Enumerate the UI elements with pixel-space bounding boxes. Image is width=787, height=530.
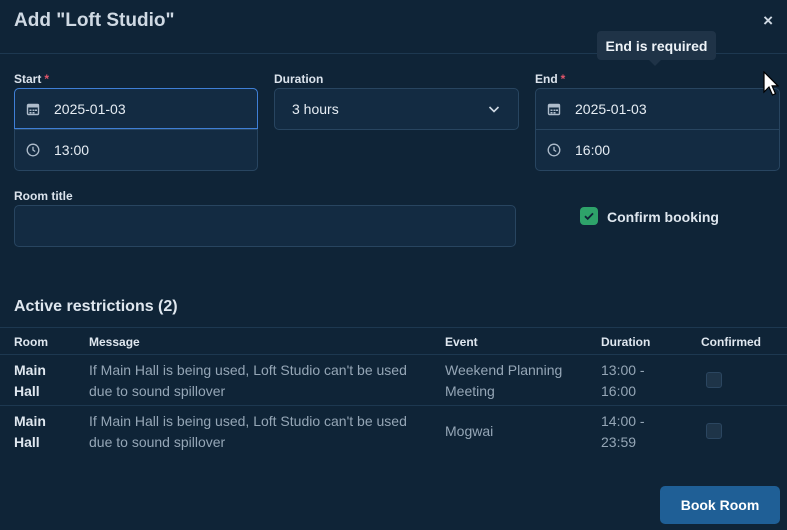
- row-message: If Main Hall is being used, Loft Studio …: [89, 362, 407, 399]
- table-row: Main Hall If Main Hall is being used, Lo…: [0, 406, 787, 457]
- column-header-message: Message: [89, 335, 140, 349]
- column-header-event: Event: [445, 335, 478, 349]
- room-title-input[interactable]: [14, 205, 516, 247]
- duration-label: Duration: [274, 72, 324, 86]
- row-event: Weekend Planning Meeting: [445, 362, 563, 399]
- end-required-tooltip: End is required: [597, 31, 716, 66]
- column-header-room: Room: [14, 335, 48, 349]
- row-room: Main Hall: [14, 413, 46, 450]
- add-booking-dialog: Add "Loft Studio" × Start * 2025-01-03 13…: [0, 0, 787, 530]
- required-marker: *: [44, 72, 50, 86]
- table-row: Main Hall If Main Hall is being used, Lo…: [0, 355, 787, 406]
- row-confirmed-checkbox[interactable]: [706, 423, 722, 439]
- end-datetime-field: 2025-01-03 16:00: [535, 88, 780, 171]
- start-date-input[interactable]: 2025-01-03: [15, 89, 257, 129]
- chevron-down-icon: [487, 102, 501, 119]
- row-duration: 13:00 - 16:00: [601, 362, 645, 399]
- room-title-label: Room title: [14, 189, 73, 203]
- confirm-booking-label[interactable]: Confirm booking: [607, 209, 719, 225]
- calendar-icon: [547, 102, 561, 116]
- mouse-cursor-icon: [763, 70, 780, 102]
- clock-icon: [26, 143, 40, 157]
- start-label-text: Start: [14, 72, 42, 86]
- start-date-value: 2025-01-03: [54, 101, 126, 117]
- checkmark-icon: [584, 212, 594, 221]
- start-datetime-field: 2025-01-03 13:00: [14, 88, 258, 171]
- row-message: If Main Hall is being used, Loft Studio …: [89, 413, 407, 450]
- restrictions-heading: Active restrictions (2): [14, 298, 178, 315]
- end-time-input[interactable]: 16:00: [536, 130, 779, 170]
- row-room: Main Hall: [14, 362, 46, 399]
- duration-select[interactable]: 3 hours: [274, 88, 519, 130]
- confirm-booking-checkbox[interactable]: [580, 207, 598, 225]
- end-time-value: 16:00: [575, 142, 611, 158]
- duration-value: 3 hours: [292, 101, 339, 117]
- book-room-button[interactable]: Book Room: [660, 486, 780, 524]
- end-label: End *: [535, 72, 565, 86]
- end-date-input[interactable]: 2025-01-03: [536, 89, 779, 129]
- row-event: Mogwai: [445, 423, 494, 439]
- row-duration: 14:00 - 23:59: [601, 413, 645, 450]
- column-header-duration: Duration: [601, 335, 651, 349]
- start-time-value: 13:00: [54, 142, 90, 158]
- start-time-input[interactable]: 13:00: [15, 130, 257, 170]
- dialog-title: Add "Loft Studio": [14, 10, 175, 31]
- end-date-value: 2025-01-03: [575, 101, 647, 117]
- close-icon[interactable]: ×: [763, 11, 773, 31]
- required-marker: *: [560, 72, 566, 86]
- calendar-icon: [26, 102, 40, 116]
- table-header: Room Message Event Duration Confirmed: [0, 327, 787, 355]
- row-confirmed-checkbox[interactable]: [706, 372, 722, 388]
- column-header-confirmed: Confirmed: [701, 335, 761, 349]
- clock-icon: [547, 143, 561, 157]
- end-label-text: End: [535, 72, 558, 86]
- start-label: Start *: [14, 72, 49, 86]
